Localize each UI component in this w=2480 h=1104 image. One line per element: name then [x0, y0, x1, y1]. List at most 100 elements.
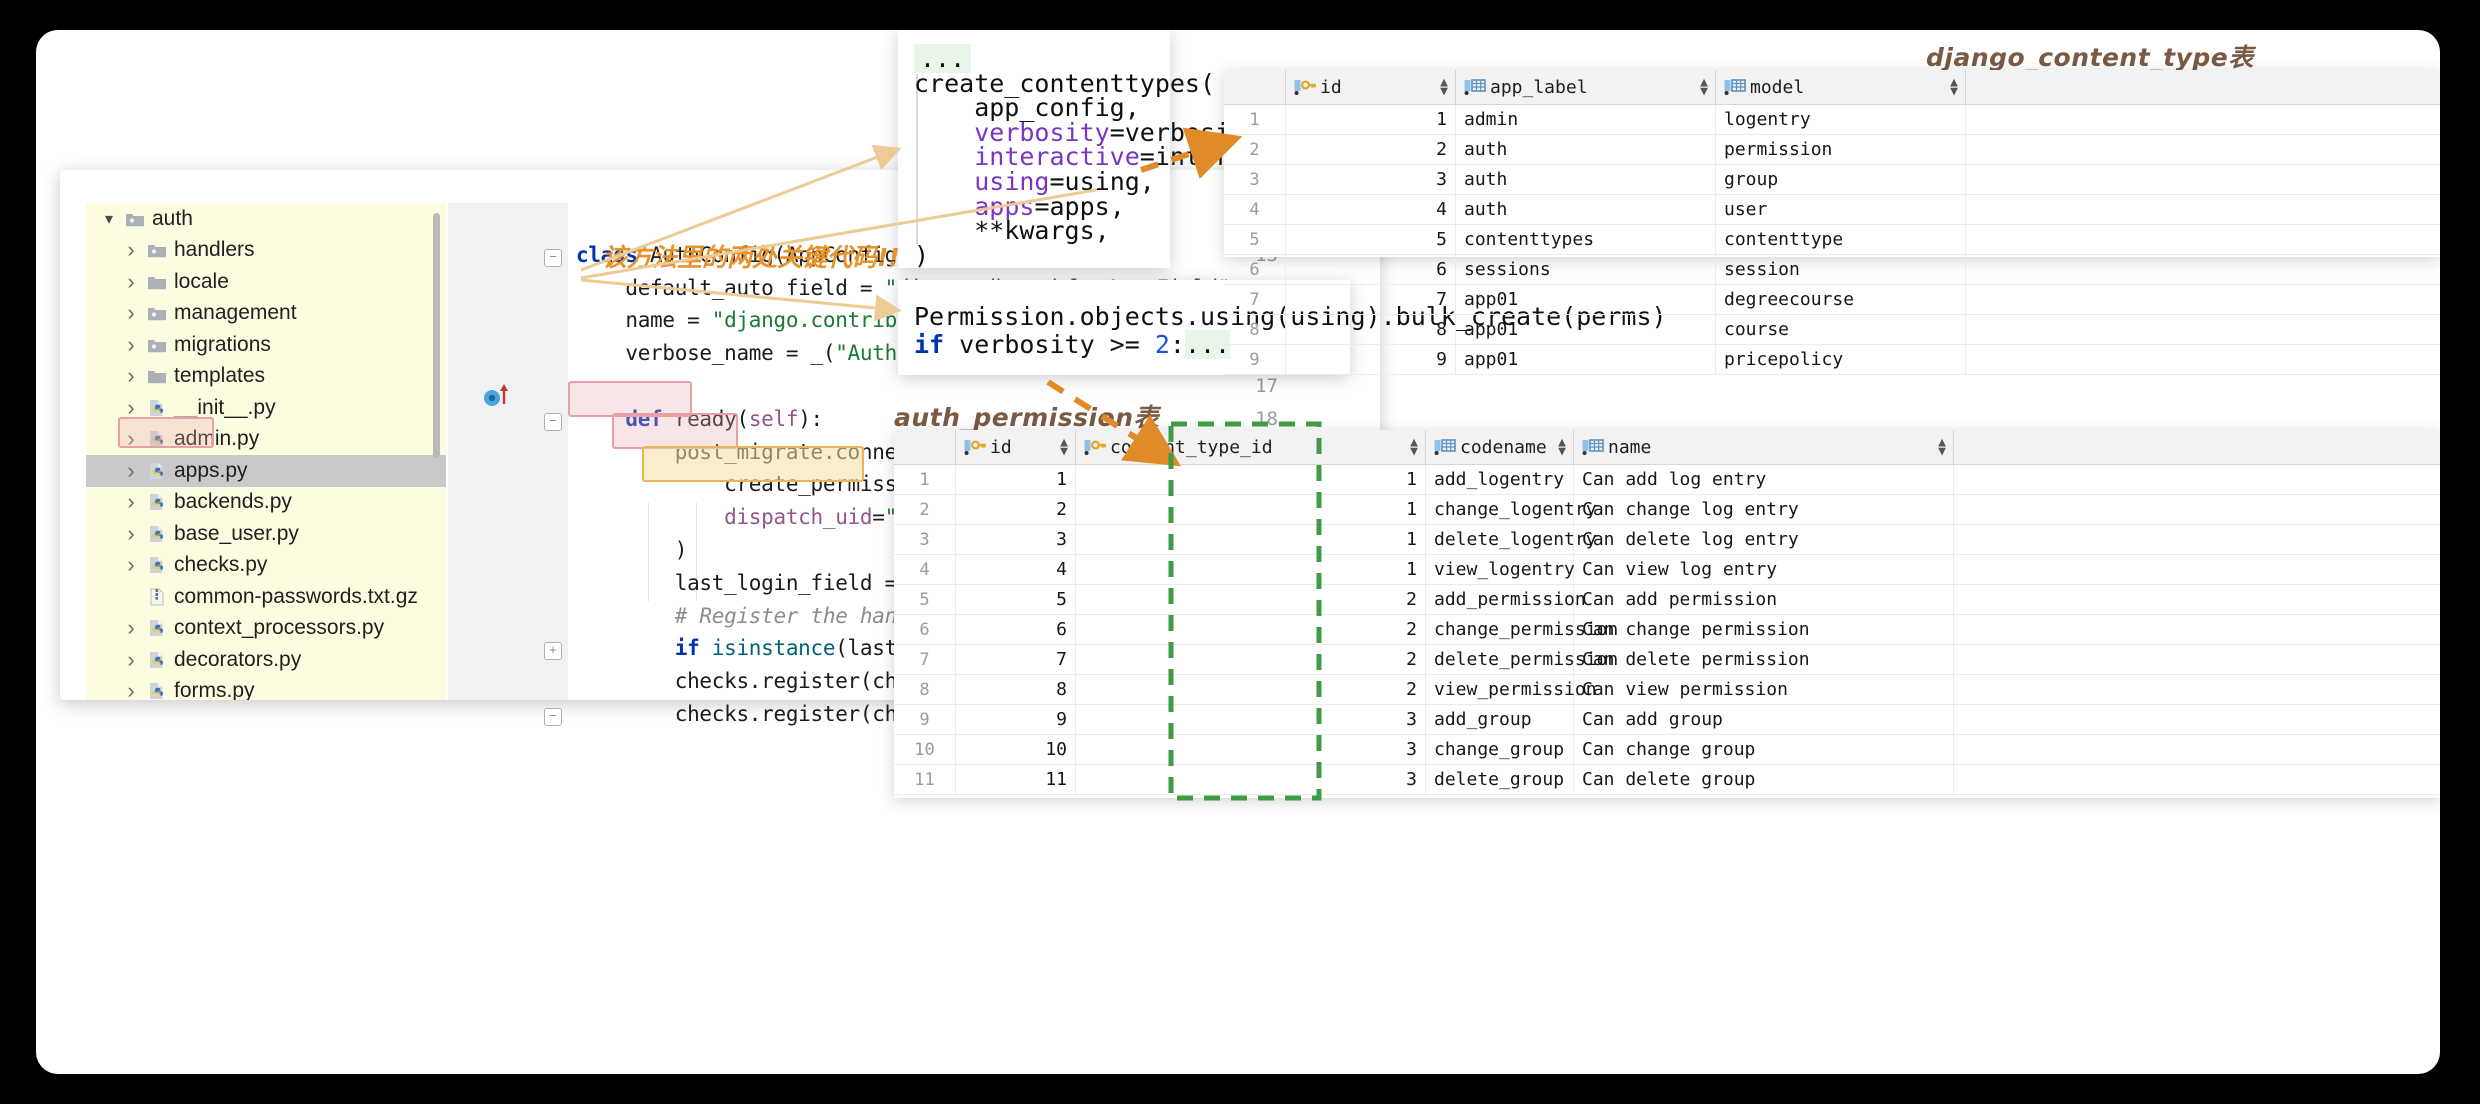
- table-row[interactable]: 10103change_groupCan change group: [894, 735, 2440, 765]
- row-number-cell[interactable]: 2: [1224, 135, 1286, 164]
- table-cell[interactable]: auth: [1456, 195, 1716, 224]
- table-cell[interactable]: 5: [1286, 225, 1456, 254]
- table-cell[interactable]: Can change permission: [1574, 615, 1954, 644]
- table-cell[interactable]: group: [1716, 165, 1966, 194]
- chevron-right-icon[interactable]: ›: [118, 363, 144, 389]
- table-row[interactable]: 11adminlogentry: [1224, 105, 2440, 135]
- table-cell[interactable]: Can add log entry: [1574, 465, 1954, 494]
- table-row[interactable]: 772delete_permissionCan delete permissio…: [894, 645, 2440, 675]
- code-fold-toggle[interactable]: +: [544, 642, 562, 660]
- row-number-cell[interactable]: 3: [894, 525, 956, 554]
- table-cell[interactable]: 9: [956, 705, 1076, 734]
- tree-item-common-passwords-txt-gz[interactable]: common-passwords.txt.gz: [86, 581, 446, 613]
- row-number-cell[interactable]: 6: [1224, 255, 1286, 284]
- table-cell[interactable]: sessions: [1456, 255, 1716, 284]
- chevron-right-icon[interactable]: ›: [118, 300, 144, 326]
- tree-item-auth[interactable]: ▾auth: [86, 203, 446, 235]
- tree-item-backends-py[interactable]: ›backends.py: [86, 487, 446, 519]
- tree-item-decorators-py[interactable]: ›decorators.py: [86, 644, 446, 676]
- table-cell[interactable]: 2: [1076, 645, 1426, 674]
- row-number-cell[interactable]: 4: [894, 555, 956, 584]
- tree-item-handlers[interactable]: ›handlers: [86, 235, 446, 267]
- table-cell[interactable]: 6: [956, 615, 1076, 644]
- column-header-name[interactable]: name▲▼: [1574, 430, 1954, 464]
- table-cell[interactable]: add_logentry: [1426, 465, 1574, 494]
- code-fold-toggle[interactable]: −: [544, 413, 562, 431]
- table-cell[interactable]: 2: [1076, 675, 1426, 704]
- table-row[interactable]: 88app01course: [1224, 315, 2440, 345]
- table-cell[interactable]: user: [1716, 195, 1966, 224]
- table-cell[interactable]: delete_logentry: [1426, 525, 1574, 554]
- table-cell[interactable]: 1: [1076, 555, 1426, 584]
- table-cell[interactable]: 2: [1286, 135, 1456, 164]
- table-cell[interactable]: 3: [1286, 165, 1456, 194]
- chevron-right-icon[interactable]: ›: [118, 647, 144, 673]
- table-cell[interactable]: 1: [1076, 465, 1426, 494]
- table-row[interactable]: 55contenttypescontenttype: [1224, 225, 2440, 255]
- row-number-cell[interactable]: 8: [1224, 315, 1286, 344]
- table-cell[interactable]: 2: [1076, 585, 1426, 614]
- table-cell[interactable]: session: [1716, 255, 1966, 284]
- sort-arrows-icon[interactable]: ▲▼: [1558, 438, 1566, 456]
- row-number-cell[interactable]: 4: [1224, 195, 1286, 224]
- table-cell[interactable]: Can delete group: [1574, 765, 1954, 794]
- row-number-cell[interactable]: 9: [1224, 345, 1286, 374]
- chevron-right-icon[interactable]: ›: [118, 678, 144, 700]
- table-cell[interactable]: 1: [956, 465, 1076, 494]
- table-row[interactable]: 66sessionssession: [1224, 255, 2440, 285]
- table-row[interactable]: 99app01pricepolicy: [1224, 345, 2440, 375]
- table-cell[interactable]: Can delete permission: [1574, 645, 1954, 674]
- sort-arrows-icon[interactable]: ▲▼: [1950, 78, 1958, 96]
- table-cell[interactable]: 2: [956, 495, 1076, 524]
- chevron-right-icon[interactable]: ›: [118, 269, 144, 295]
- row-number-cell[interactable]: 11: [894, 765, 956, 794]
- table-row[interactable]: 441view_logentryCan view log entry: [894, 555, 2440, 585]
- table-row[interactable]: 331delete_logentryCan delete log entry: [894, 525, 2440, 555]
- table-cell[interactable]: 3: [1076, 705, 1426, 734]
- sort-arrows-icon[interactable]: ▲▼: [1410, 438, 1418, 456]
- table-cell[interactable]: contenttype: [1716, 225, 1966, 254]
- row-number-cell[interactable]: 10: [894, 735, 956, 764]
- column-header-id[interactable]: id▲▼: [956, 430, 1076, 464]
- table-cell[interactable]: 11: [956, 765, 1076, 794]
- sort-arrows-icon[interactable]: ▲▼: [1938, 438, 1946, 456]
- table-row[interactable]: 882view_permissionCan view permission: [894, 675, 2440, 705]
- chevron-right-icon[interactable]: ›: [118, 552, 144, 578]
- tree-item-base-user-py[interactable]: ›base_user.py: [86, 518, 446, 550]
- row-number-cell[interactable]: 7: [1224, 285, 1286, 314]
- tree-item-migrations[interactable]: ›migrations: [86, 329, 446, 361]
- table-cell[interactable]: add_permission: [1426, 585, 1574, 614]
- table-cell[interactable]: change_logentry: [1426, 495, 1574, 524]
- table-cell[interactable]: auth: [1456, 135, 1716, 164]
- table-cell[interactable]: auth: [1456, 165, 1716, 194]
- table-cell[interactable]: delete_permission: [1426, 645, 1574, 674]
- table-cell[interactable]: 9: [1286, 345, 1456, 374]
- row-number-cell[interactable]: 1: [1224, 105, 1286, 134]
- table-cell[interactable]: 8: [956, 675, 1076, 704]
- table-cell[interactable]: degreecourse: [1716, 285, 1966, 314]
- chevron-right-icon[interactable]: ›: [118, 458, 144, 484]
- table-cell[interactable]: Can change group: [1574, 735, 1954, 764]
- table-row[interactable]: 11113delete_groupCan delete group: [894, 765, 2440, 795]
- row-number-cell[interactable]: 9: [894, 705, 956, 734]
- table-row[interactable]: 22authpermission: [1224, 135, 2440, 165]
- table-cell[interactable]: 10: [956, 735, 1076, 764]
- table-cell[interactable]: 4: [1286, 195, 1456, 224]
- table-cell[interactable]: Can add permission: [1574, 585, 1954, 614]
- table-cell[interactable]: 7: [1286, 285, 1456, 314]
- column-header-app_label[interactable]: app_label▲▼: [1456, 70, 1716, 104]
- table-cell[interactable]: app01: [1456, 345, 1716, 374]
- chevron-right-icon[interactable]: ›: [118, 332, 144, 358]
- code-fold-toggle[interactable]: −: [544, 249, 562, 267]
- table-cell[interactable]: view_permission: [1426, 675, 1574, 704]
- column-header-model[interactable]: model▲▼: [1716, 70, 1966, 104]
- table-cell[interactable]: 1: [1076, 495, 1426, 524]
- row-number-cell[interactable]: 7: [894, 645, 956, 674]
- tree-item-templates[interactable]: ›templates: [86, 361, 446, 393]
- chevron-down-icon[interactable]: ▾: [96, 209, 122, 229]
- table-row[interactable]: 77app01degreecourse: [1224, 285, 2440, 315]
- table-row[interactable]: 993add_groupCan add group: [894, 705, 2440, 735]
- table-cell[interactable]: change_group: [1426, 735, 1574, 764]
- row-number-cell[interactable]: 2: [894, 495, 956, 524]
- table-cell[interactable]: 2: [1076, 615, 1426, 644]
